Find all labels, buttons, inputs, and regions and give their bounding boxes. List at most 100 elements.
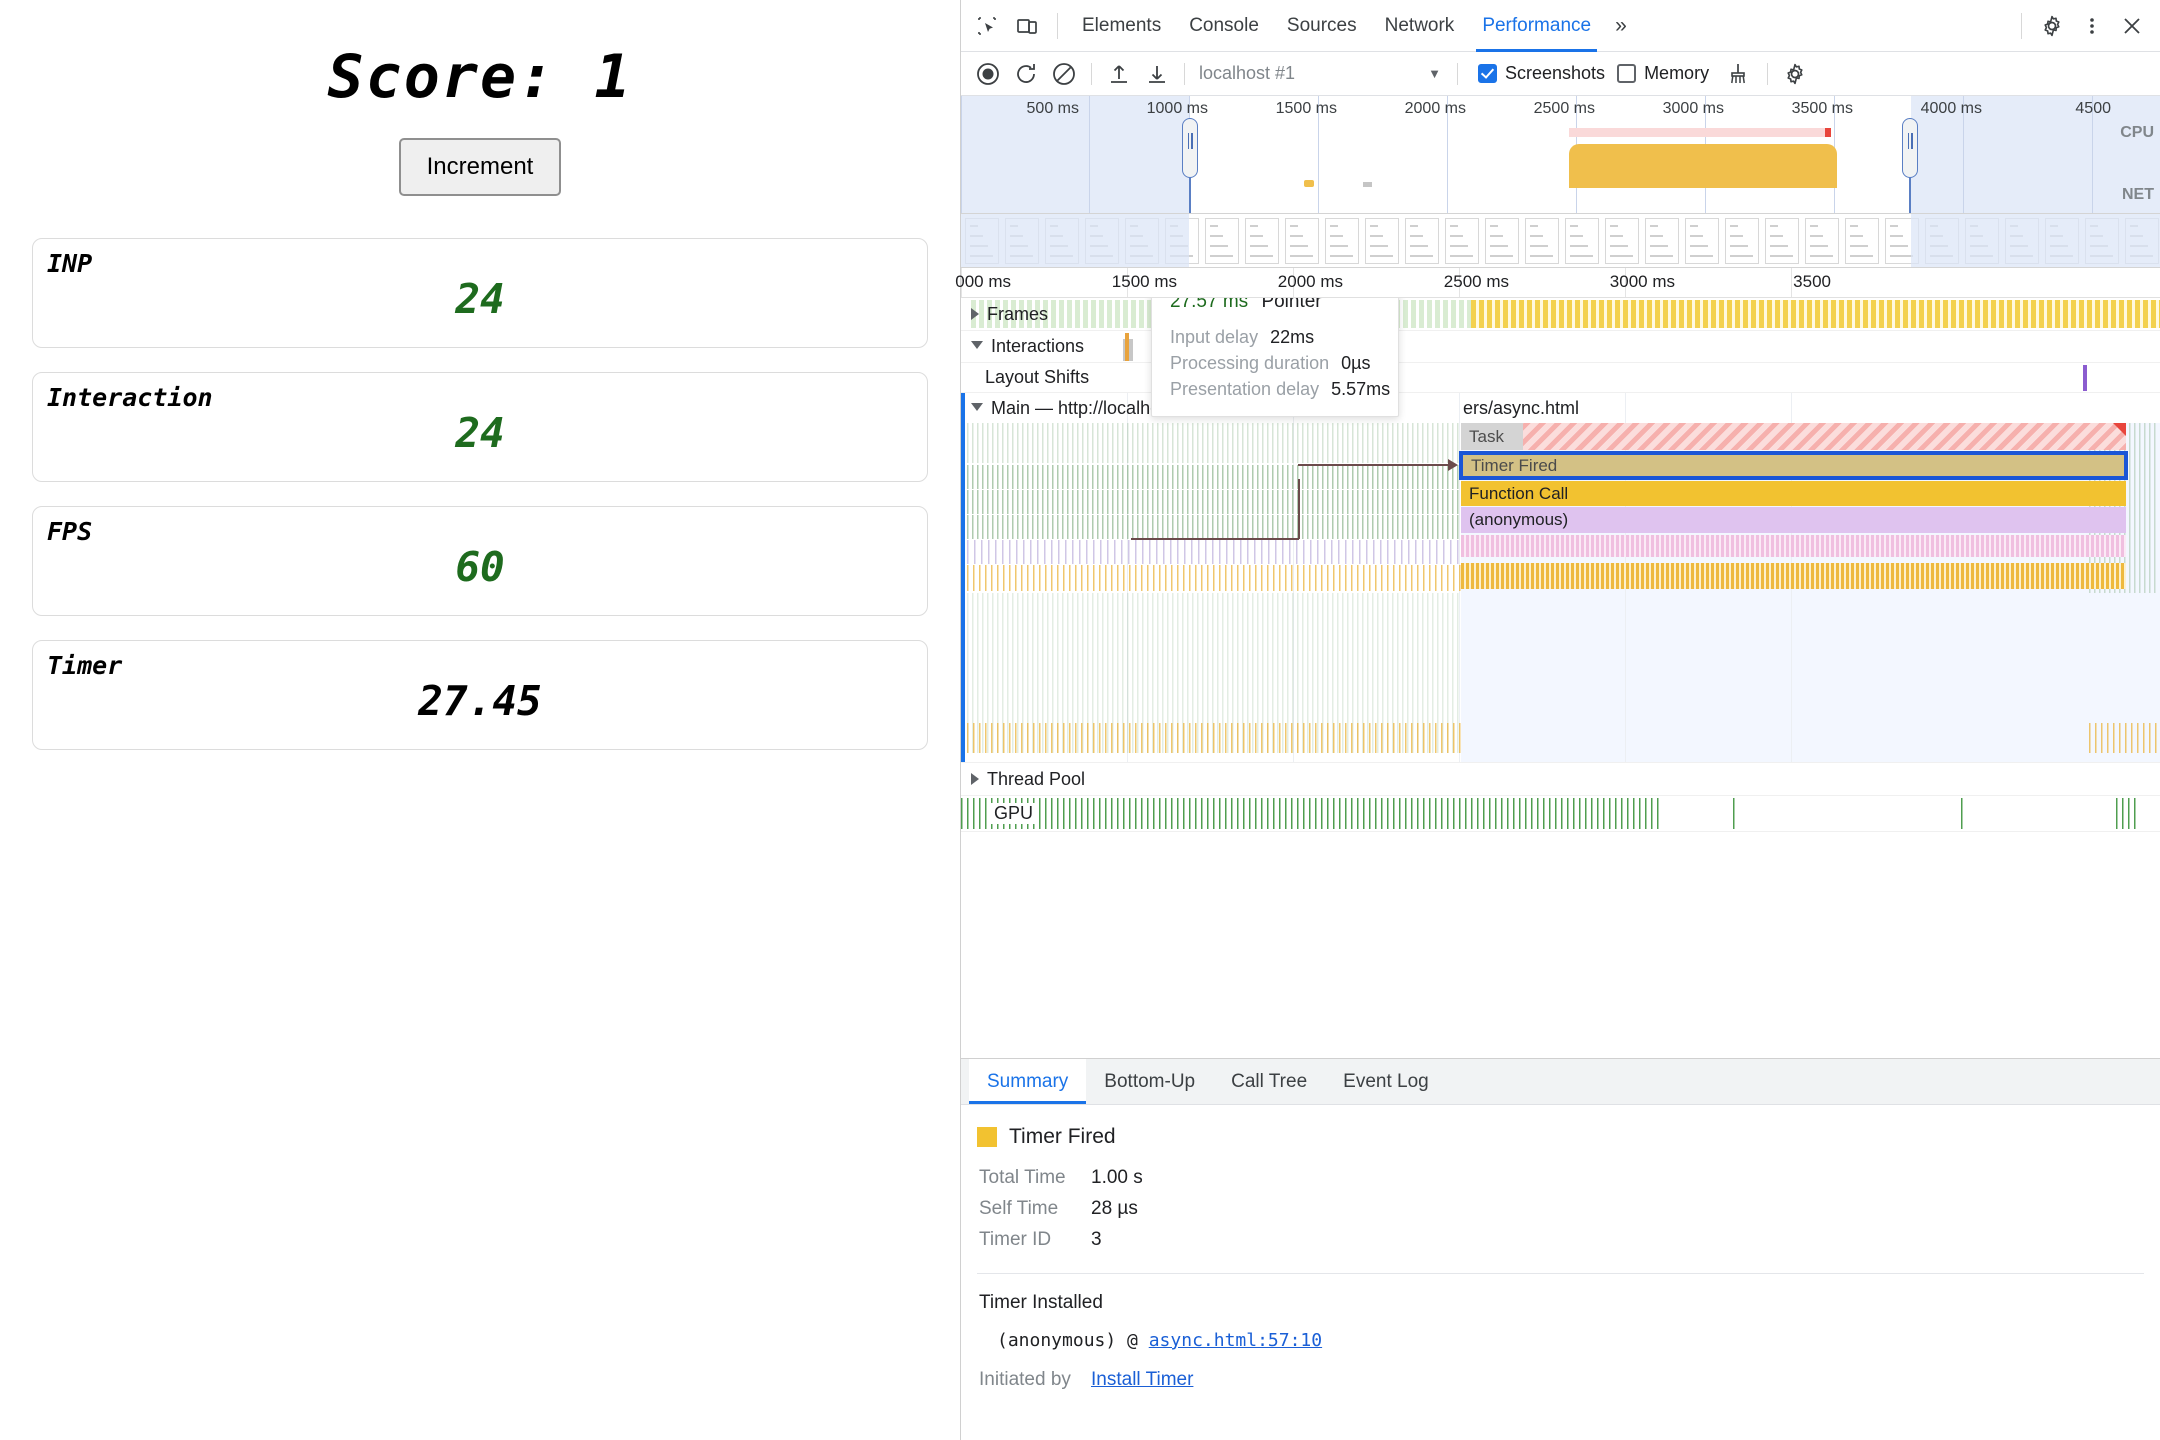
download-icon[interactable] xyxy=(1138,55,1176,93)
tab-elements[interactable]: Elements xyxy=(1068,0,1175,52)
ruler-tick-label: 2500 ms xyxy=(1443,272,1509,291)
clear-icon[interactable] xyxy=(1045,55,1083,93)
upload-icon[interactable] xyxy=(1100,55,1138,93)
selection-handle-left[interactable] xyxy=(1182,118,1198,178)
more-tabs-icon[interactable]: » xyxy=(1605,14,1637,38)
screenshots-checkbox[interactable]: Screenshots xyxy=(1478,63,1605,84)
track-interactions[interactable]: Interactions xyxy=(961,331,2160,363)
tab-sources[interactable]: Sources xyxy=(1273,0,1371,52)
memory-checkbox[interactable]: Memory xyxy=(1617,63,1709,84)
thumbnail-line xyxy=(1490,235,1503,237)
tab-call-tree[interactable]: Call Tree xyxy=(1213,1059,1325,1104)
filmstrip-thumbnail[interactable] xyxy=(1405,218,1439,264)
filmstrip-thumbnail[interactable] xyxy=(1485,218,1519,264)
main-samples xyxy=(967,515,1461,539)
filmstrip-thumbnail[interactable] xyxy=(1205,218,1239,264)
timeline-overview[interactable]: 500 ms 1000 ms 1500 ms 2000 ms 2500 ms 3… xyxy=(961,96,2160,214)
tab-network[interactable]: Network xyxy=(1371,0,1469,52)
capture-settings-gear-icon[interactable] xyxy=(1776,55,1814,93)
thumbnail-line xyxy=(1730,225,1738,227)
filmstrip-thumbnail[interactable] xyxy=(1365,218,1399,264)
tooltip-duration: 27.57 ms xyxy=(1170,298,1249,312)
filmstrip-thumbnail[interactable] xyxy=(1285,218,1319,264)
filmstrip-thumbnail[interactable] xyxy=(1725,218,1759,264)
track-frames[interactable]: Frames xyxy=(961,298,2160,331)
track-title-thread-pool[interactable]: Thread Pool xyxy=(971,763,1085,795)
filmstrip-thumbnail[interactable] xyxy=(1645,218,1679,264)
overview-tick-label: 3500 ms xyxy=(1791,100,1853,117)
summary-row-value: 1.00 s xyxy=(1091,1167,1143,1188)
thumbnail-line xyxy=(1250,255,1273,257)
broom-icon[interactable] xyxy=(1719,55,1757,93)
tooltip-row-processing-duration: Processing duration 0µs xyxy=(1170,353,1380,374)
tab-event-log[interactable]: Event Log xyxy=(1325,1059,1447,1104)
thumbnail-line xyxy=(1410,255,1433,257)
track-title-main[interactable]: Main — http://localho xyxy=(971,393,1160,423)
inspect-element-icon[interactable] xyxy=(967,6,1007,46)
thumbnail-line xyxy=(1370,245,1388,247)
filmstrip-thumbnail[interactable] xyxy=(1605,218,1639,264)
filmstrip[interactable] xyxy=(961,214,2160,268)
chevron-right-icon[interactable] xyxy=(971,308,979,320)
profile-selector[interactable]: localhost #1 ▼ xyxy=(1199,63,1449,84)
increment-button[interactable]: Increment xyxy=(398,138,562,196)
ruler-tick-label: 3000 ms xyxy=(1609,272,1675,291)
filmstrip-thumbnail[interactable] xyxy=(1325,218,1359,264)
tab-console[interactable]: Console xyxy=(1175,0,1273,52)
track-title-main-tail: ers/async.html xyxy=(1463,393,1579,423)
track-title-interactions[interactable]: Interactions xyxy=(971,331,1084,362)
flame-bar-task[interactable]: Task xyxy=(1461,423,2126,450)
toolbar-divider xyxy=(2021,12,2022,39)
flame-bar-timer-fired[interactable]: Timer Fired xyxy=(1459,451,2128,480)
filmstrip-thumbnail[interactable] xyxy=(1845,218,1879,264)
tab-bottom-up[interactable]: Bottom-Up xyxy=(1086,1059,1213,1104)
flame-bar-anonymous[interactable]: (anonymous) xyxy=(1461,507,2126,533)
flame-bar-children-gold[interactable] xyxy=(1461,563,2126,589)
track-title-frames[interactable]: Frames xyxy=(971,298,1048,330)
filmstrip-thumbnail[interactable] xyxy=(1445,218,1479,264)
layout-shift-marker[interactable] xyxy=(2083,365,2087,391)
initiated-by-link[interactable]: Install Timer xyxy=(1091,1369,1193,1391)
track-title-layout-shifts[interactable]: Layout Shifts xyxy=(985,363,1089,392)
filmstrip-thumbnail[interactable] xyxy=(1765,218,1799,264)
track-thread-pool[interactable]: Thread Pool xyxy=(961,763,2160,796)
control-divider xyxy=(1457,62,1458,85)
filmstrip-thumbnail[interactable] xyxy=(1565,218,1599,264)
track-title-gpu[interactable]: GPU xyxy=(991,796,1037,831)
interaction-marker[interactable] xyxy=(1125,333,1129,361)
timer-installed-stack: (anonymous) @ async.html:57:10 xyxy=(977,1330,2144,1351)
tab-performance[interactable]: Performance xyxy=(1468,0,1605,52)
more-options-icon[interactable] xyxy=(2072,6,2112,46)
interaction-tooltip: 27.57 ms Pointer Input delay 22ms Proces… xyxy=(1151,298,1399,417)
source-link[interactable]: async.html:57:10 xyxy=(1149,1330,1322,1351)
track-layout-shifts[interactable]: Layout Shifts xyxy=(961,363,2160,393)
track-gpu[interactable]: GPU xyxy=(961,796,2160,832)
performance-controls: localhost #1 ▼ Screenshots Memory xyxy=(961,52,2160,96)
flame-bar-children-pink[interactable] xyxy=(1461,535,2126,557)
device-toolbar-icon[interactable] xyxy=(1007,6,1047,46)
timeline-tracks[interactable]: Frames Interactions Layout Shifts Main —… xyxy=(961,298,2160,1058)
flame-bar-function-call[interactable]: Function Call xyxy=(1461,481,2126,506)
chevron-down-icon[interactable] xyxy=(971,402,983,417)
tab-summary[interactable]: Summary xyxy=(969,1059,1087,1104)
selection-handle-right[interactable] xyxy=(1902,118,1918,178)
reload-and-record-icon[interactable] xyxy=(1007,55,1045,93)
summary-row-value: 3 xyxy=(1091,1229,1102,1250)
filmstrip-thumbnail[interactable] xyxy=(1245,218,1279,264)
filmstrip-thumbnail[interactable] xyxy=(1685,218,1719,264)
thumbnail-line xyxy=(1650,225,1658,227)
thumbnail-line xyxy=(1250,225,1258,227)
chevron-right-icon[interactable] xyxy=(971,773,979,785)
filmstrip-thumbnail[interactable] xyxy=(1525,218,1559,264)
filmstrip-thumbnail[interactable] xyxy=(1805,218,1839,264)
thumbnail-line xyxy=(1690,225,1698,227)
thumbnail-line xyxy=(1770,235,1783,237)
close-icon[interactable] xyxy=(2112,6,2152,46)
chevron-down-icon[interactable] xyxy=(971,341,983,355)
thumbnail-line xyxy=(1290,245,1308,247)
initiator-arrow-horizontal-upper xyxy=(1298,464,1456,466)
track-main[interactable]: Main — http://localho ers/async.html Tas… xyxy=(961,393,2160,763)
record-icon[interactable] xyxy=(969,55,1007,93)
track-label: Main — http://localho xyxy=(991,397,1161,418)
gear-icon[interactable] xyxy=(2032,6,2072,46)
